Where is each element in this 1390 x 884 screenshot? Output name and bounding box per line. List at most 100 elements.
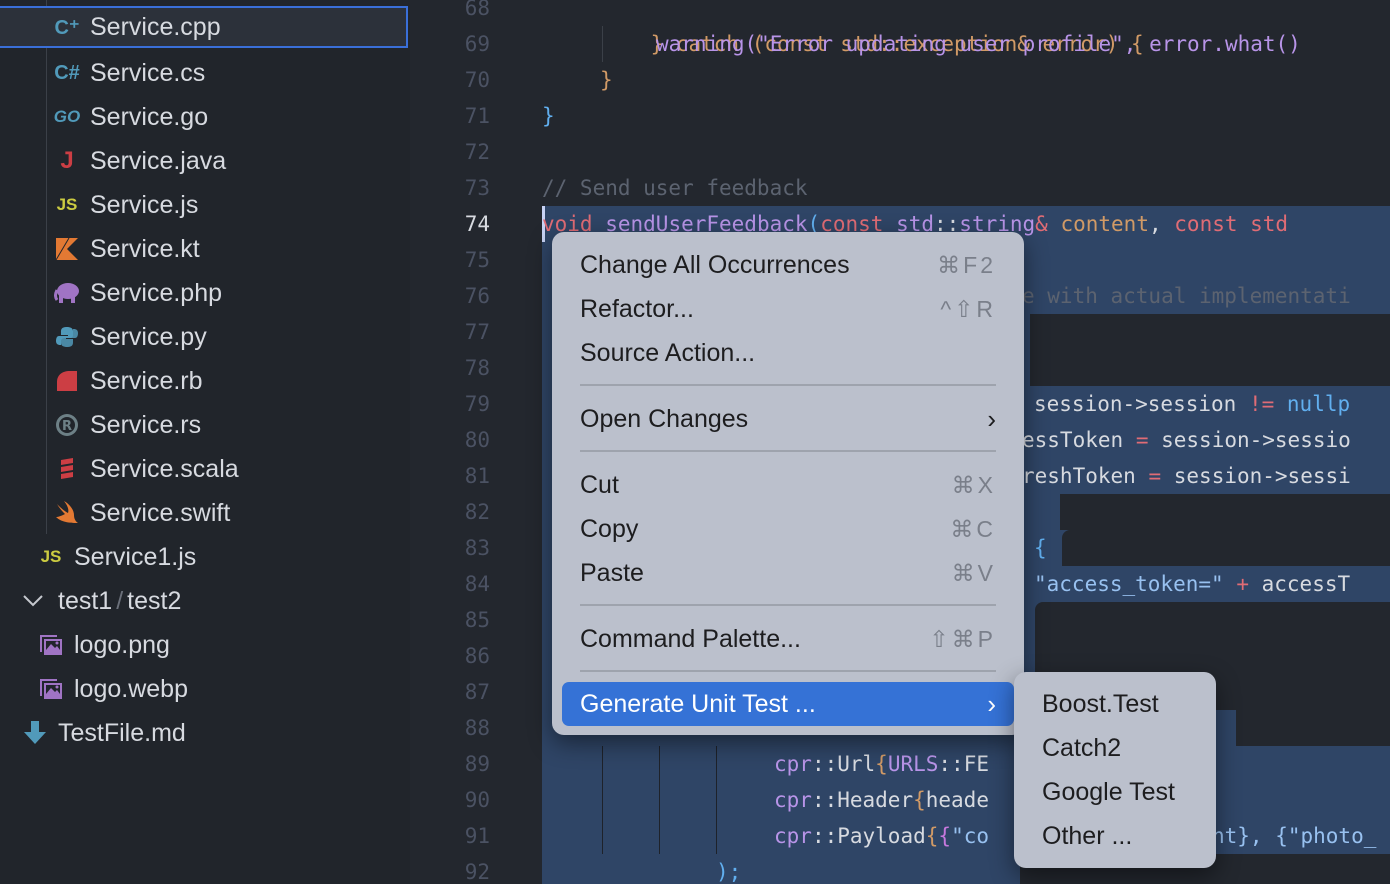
operator: + — [1236, 572, 1249, 596]
code-line-89: cpr::Url{URLS::FE — [774, 752, 989, 776]
line-number: 92 — [464, 860, 490, 884]
line-number: 72 — [464, 140, 490, 164]
code-line-83: { — [1034, 536, 1047, 560]
menu-item-refactor[interactable]: Refactor... ^⇧R — [580, 289, 996, 329]
submenu-item-label: Other ... — [1042, 821, 1133, 850]
file-item-service-cpp[interactable]: C⁺ Service.cpp — [0, 6, 408, 48]
python-icon — [52, 322, 82, 352]
file-name: Service.swift — [90, 498, 231, 527]
line-number: 69 — [464, 32, 490, 56]
code-text: Url — [837, 752, 876, 776]
js-icon: JS — [56, 195, 78, 214]
menu-item-command-palette[interactable]: Command Palette... ⇧⌘P — [580, 619, 996, 659]
submenu-item-label: Boost.Test — [1042, 689, 1159, 718]
line-number: 91 — [464, 824, 490, 848]
file-item-service-php[interactable]: Service.php — [0, 271, 408, 315]
namespace: cpr — [774, 752, 812, 776]
submenu-item-other[interactable]: Other ... — [1042, 816, 1206, 856]
file-item-service-java[interactable]: J Service.java — [0, 139, 408, 183]
menu-separator — [580, 450, 996, 452]
menu-item-cut[interactable]: Cut ⌘X — [580, 465, 996, 505]
file-item-testfile-md[interactable]: TestFile.md — [0, 711, 408, 755]
indent-guide — [602, 26, 603, 62]
menu-item-change-all-occurrences[interactable]: Change All Occurrences ⌘F2 — [580, 245, 996, 285]
menu-item-label: Source Action... — [580, 338, 756, 367]
file-item-service-swift[interactable]: Service.swift — [0, 491, 408, 535]
line-number-active: 74 — [464, 212, 490, 236]
namespace: cpr — [774, 824, 812, 848]
line-number: 70 — [464, 68, 490, 92]
indent-guide — [716, 746, 717, 854]
menu-item-open-changes[interactable]: Open Changes › — [580, 399, 996, 439]
menu-item-label: Refactor... — [580, 294, 694, 323]
file-name: Service.rb — [90, 366, 203, 395]
file-name: Service.kt — [90, 234, 200, 263]
menu-item-label: Change All Occurrences — [580, 250, 850, 279]
menu-item-label: Paste — [580, 558, 644, 587]
php-icon — [52, 278, 82, 308]
file-name: logo.png — [74, 630, 170, 659]
file-name: Service.java — [90, 146, 227, 175]
code-text: Payload — [837, 824, 926, 848]
line-number: 86 — [464, 644, 490, 668]
file-item-service-rs[interactable]: R Service.rs — [0, 403, 408, 447]
submenu-item-boost-test[interactable]: Boost.Test — [1042, 684, 1206, 724]
code-line-68: } catch (const std::exception& error) { — [600, 0, 1144, 56]
menu-item-shortcut: ⌘C — [950, 515, 996, 542]
code-line-79: session->session != nullp — [1034, 386, 1350, 422]
line-number: 73 — [464, 176, 490, 200]
menu-item-source-action[interactable]: Source Action... — [580, 333, 996, 373]
folder-name-part: test1 — [58, 586, 113, 615]
file-name: Service.scala — [90, 454, 239, 483]
chevron-down-icon — [22, 588, 50, 614]
unselected-gap — [1035, 602, 1390, 638]
menu-item-label: Open Changes — [580, 404, 749, 433]
line-number: 78 — [464, 356, 490, 380]
chevron-right-icon: › — [987, 688, 996, 719]
file-name: TestFile.md — [58, 718, 186, 747]
file-item-service-js[interactable]: JS Service.js — [0, 183, 408, 227]
string-literal: "access_token=" — [1034, 572, 1224, 596]
menu-item-paste[interactable]: Paste ⌘V — [580, 553, 996, 593]
code-line-70: } — [600, 68, 613, 92]
code-text: FE — [963, 752, 989, 776]
line-number: 75 — [464, 248, 490, 272]
menu-item-shortcut: ^⇧R — [940, 295, 996, 322]
file-item-service-cs[interactable]: C# Service.cs — [0, 51, 408, 95]
file-item-service1-js[interactable]: JS Service1.js — [0, 535, 408, 579]
file-explorer: C⁺ Service.cpp C# Service.cs GO Service.… — [0, 0, 410, 884]
menu-item-shortcut: ⌘F2 — [937, 251, 996, 278]
file-name: Service.cpp — [90, 12, 221, 41]
menu-item-copy[interactable]: Copy ⌘C — [580, 509, 996, 549]
file-item-service-scala[interactable]: Service.scala — [0, 447, 408, 491]
menu-item-generate-unit-test[interactable]: Generate Unit Test ... › — [562, 682, 1014, 726]
folder-test1-test2[interactable]: test1 / test2 — [0, 579, 408, 623]
file-item-service-rb[interactable]: Service.rb — [0, 359, 408, 403]
submenu-item-label: Catch2 — [1042, 733, 1122, 762]
line-number: 71 — [464, 104, 490, 128]
line-number: 83 — [464, 536, 490, 560]
file-item-service-py[interactable]: Service.py — [0, 315, 408, 359]
file-item-logo-png[interactable]: logo.png — [0, 623, 408, 667]
folder-name-part: test2 — [127, 586, 182, 615]
string-literal: "co — [951, 824, 989, 848]
namespace: cpr — [774, 788, 812, 812]
submenu-item-google-test[interactable]: Google Test — [1042, 772, 1206, 812]
file-item-service-go[interactable]: GO Service.go — [0, 95, 408, 139]
file-item-service-kt[interactable]: Service.kt — [0, 227, 408, 271]
line-number: 68 — [464, 0, 490, 20]
code-line-90: cpr::Header{heade — [774, 788, 989, 812]
submenu-item-catch2[interactable]: Catch2 — [1042, 728, 1206, 768]
menu-item-label: Generate Unit Test ... — [580, 689, 816, 718]
code-text: session->sessio — [1161, 428, 1351, 452]
code-line-92: ); — [716, 860, 742, 884]
ruby-icon — [52, 366, 82, 396]
line-number: 84 — [464, 572, 490, 596]
code-line-81: reshToken = session->sessi — [1022, 464, 1351, 488]
menu-item-label: Command Palette... — [580, 624, 801, 653]
file-item-logo-webp[interactable]: logo.webp — [0, 667, 408, 711]
menu-item-shortcut: ⌘X — [951, 471, 996, 498]
menu-item-label: Copy — [580, 514, 639, 543]
line-number: 80 — [464, 428, 490, 452]
go-icon: GO — [53, 107, 81, 126]
